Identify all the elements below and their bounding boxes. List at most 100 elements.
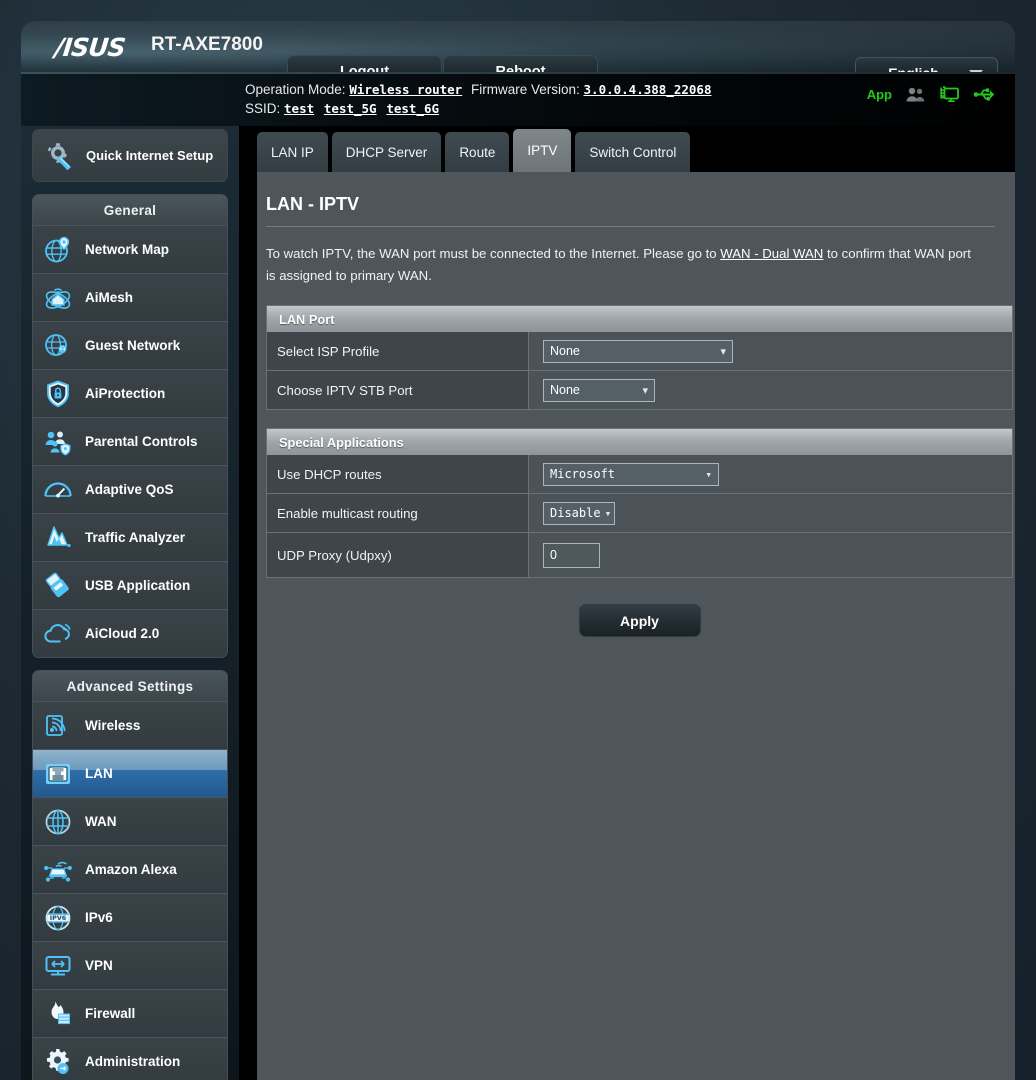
router-admin-window: /ISUS RT-AXE7800 Logout Reboot English O… <box>21 21 1015 1080</box>
sidebar-item-traffic-analyzer[interactable]: Traffic Analyzer <box>33 513 227 561</box>
special-applications-section-header: Special Applications <box>267 429 1012 455</box>
sidebar-item-vpn[interactable]: VPN <box>33 941 227 989</box>
sidebar-item-guest-network[interactable]: Guest Network <box>33 321 227 369</box>
sidebar-item-aicloud[interactable]: AiCloud 2.0 <box>33 609 227 657</box>
select-iptv-stb-port[interactable]: None ▾ <box>543 378 655 402</box>
sidebar-item-amazon-alexa[interactable]: Amazon Alexa <box>33 845 227 893</box>
operation-mode-value[interactable]: Wireless router <box>349 82 462 97</box>
title-divider <box>266 226 995 227</box>
row-control: None ▾ <box>529 332 1012 370</box>
sidebar-item-administration[interactable]: Administration <box>33 1037 227 1080</box>
lan-icon <box>41 757 75 791</box>
operation-mode-label: Operation Mode: <box>245 82 346 97</box>
clients-icon[interactable] <box>905 86 926 103</box>
advanced-section-header: Advanced Settings <box>33 671 227 701</box>
sidebar-item-parental-controls[interactable]: Parental Controls <box>33 417 227 465</box>
sidebar-item-quick-internet-setup[interactable]: Quick Internet Setup <box>32 129 228 182</box>
select-use-dhcp-routes[interactable]: Microsoft ▾ <box>543 462 719 486</box>
sidebar-label: AiCloud 2.0 <box>85 626 160 641</box>
chevron-down-icon: ▾ <box>705 467 712 481</box>
row-control: Microsoft ▾ <box>529 455 1012 493</box>
firmware-value[interactable]: 3.0.0.4.388_22068 <box>584 82 712 97</box>
content-pane: LAN IP DHCP Server Route IPTV Switch Con… <box>257 126 1015 1080</box>
svg-text:IPV6: IPV6 <box>50 914 67 922</box>
sidebar-item-network-map[interactable]: Network Map <box>33 225 227 273</box>
lan-port-section-header: LAN Port <box>267 306 1012 332</box>
select-value: Microsoft <box>550 467 616 481</box>
tab-switch-control[interactable]: Switch Control <box>575 132 691 172</box>
sidebar-label: Wireless <box>85 718 141 733</box>
sidebar-label: Adaptive QoS <box>85 482 174 497</box>
page-description: To watch IPTV, the WAN port must be conn… <box>266 243 982 287</box>
app-link[interactable]: App <box>867 87 892 102</box>
sidebar-item-aiprotection[interactable]: AiProtection <box>33 369 227 417</box>
select-value: Disable <box>550 506 601 520</box>
sidebar-label: VPN <box>85 958 113 973</box>
sidebar-label: Guest Network <box>85 338 181 353</box>
router-model-name: RT-AXE7800 <box>151 34 263 55</box>
tab-route[interactable]: Route <box>445 132 510 172</box>
row-control: Disable ▾ <box>529 494 1012 532</box>
sidebar-label: Firewall <box>85 1006 136 1021</box>
general-menu-block: General Network Map AiMesh Guest Network… <box>32 194 228 658</box>
row-select-isp-profile: Select ISP Profile None ▾ <box>267 332 1012 371</box>
wan-dual-wan-link[interactable]: WAN - Dual WAN <box>720 246 823 261</box>
tab-iptv[interactable]: IPTV <box>513 129 572 172</box>
usb-icon[interactable] <box>973 86 995 103</box>
sidebar-label: AiProtection <box>85 386 166 401</box>
chevron-down-icon: ▾ <box>604 506 612 520</box>
aicloud-icon <box>41 617 75 651</box>
apply-button[interactable]: Apply <box>578 604 701 637</box>
sidebar-label: Administration <box>85 1054 181 1069</box>
traffic-analyzer-icon <box>41 521 75 555</box>
sidebar-item-usb-application[interactable]: USB Application <box>33 561 227 609</box>
chevron-down-icon: ▾ <box>720 345 726 358</box>
ssid-value-5g[interactable]: test_5G <box>324 101 377 116</box>
sidebar-item-wan[interactable]: WAN <box>33 797 227 845</box>
ssid-label: SSID: <box>245 101 281 116</box>
sidebar: Quick Internet Setup General Network Map… <box>21 126 239 1080</box>
row-use-dhcp-routes: Use DHCP routes Microsoft ▾ <box>267 455 1012 494</box>
row-control: None ▾ <box>529 371 1012 409</box>
select-value: None <box>550 344 580 358</box>
monitor-icon[interactable] <box>939 86 960 103</box>
quick-setup-icon <box>42 142 78 170</box>
main-body: Quick Internet Setup General Network Map… <box>21 126 1015 1080</box>
row-label: Use DHCP routes <box>267 455 529 493</box>
ssid-value-24g[interactable]: test <box>284 101 314 116</box>
alexa-icon <box>41 853 75 887</box>
usb-application-icon <box>41 569 75 603</box>
description-text-part1: To watch IPTV, the WAN port must be conn… <box>266 246 721 261</box>
select-enable-multicast-routing[interactable]: Disable ▾ <box>543 501 615 525</box>
sidebar-item-lan[interactable]: LAN <box>33 749 227 797</box>
row-label: Choose IPTV STB Port <box>267 371 529 409</box>
tab-lan-ip[interactable]: LAN IP <box>257 132 328 172</box>
special-applications-section: Special Applications Use DHCP routes Mic… <box>266 428 1013 578</box>
ssid-value-6g[interactable]: test_6G <box>386 101 439 116</box>
status-line-mode: Operation Mode: Wireless router Firmware… <box>245 80 711 99</box>
udp-proxy-input[interactable] <box>543 542 600 568</box>
page-title: LAN - IPTV <box>266 194 359 214</box>
firmware-label: Firmware Version: <box>470 82 580 97</box>
status-icon-group: App <box>867 86 995 103</box>
sidebar-label: Network Map <box>85 242 170 257</box>
sidebar-item-ipv6[interactable]: IPV6 IPv6 <box>33 893 227 941</box>
network-map-icon <box>41 233 75 267</box>
row-choose-iptv-stb-port: Choose IPTV STB Port None ▾ <box>267 371 1012 410</box>
status-strip: Operation Mode: Wireless router Firmware… <box>21 74 1015 126</box>
aiprotection-icon <box>41 377 75 411</box>
general-section-header: General <box>33 195 227 225</box>
sidebar-label: IPv6 <box>85 910 113 925</box>
adaptive-qos-icon <box>41 473 75 507</box>
sidebar-item-adaptive-qos[interactable]: Adaptive QoS <box>33 465 227 513</box>
ipv6-icon: IPV6 <box>41 901 75 935</box>
tab-dhcp-server[interactable]: DHCP Server <box>331 132 442 172</box>
sidebar-item-firewall[interactable]: Firewall <box>33 989 227 1037</box>
select-isp-profile[interactable]: None ▾ <box>543 339 733 363</box>
asus-logo: /ISUS <box>53 33 127 62</box>
sidebar-item-aimesh[interactable]: AiMesh <box>33 273 227 321</box>
iptv-settings-pane: LAN - IPTV To watch IPTV, the WAN port m… <box>257 172 1015 1080</box>
sidebar-item-wireless[interactable]: Wireless <box>33 701 227 749</box>
sidebar-label: Traffic Analyzer <box>85 530 186 545</box>
chevron-down-icon: ▾ <box>642 384 648 397</box>
